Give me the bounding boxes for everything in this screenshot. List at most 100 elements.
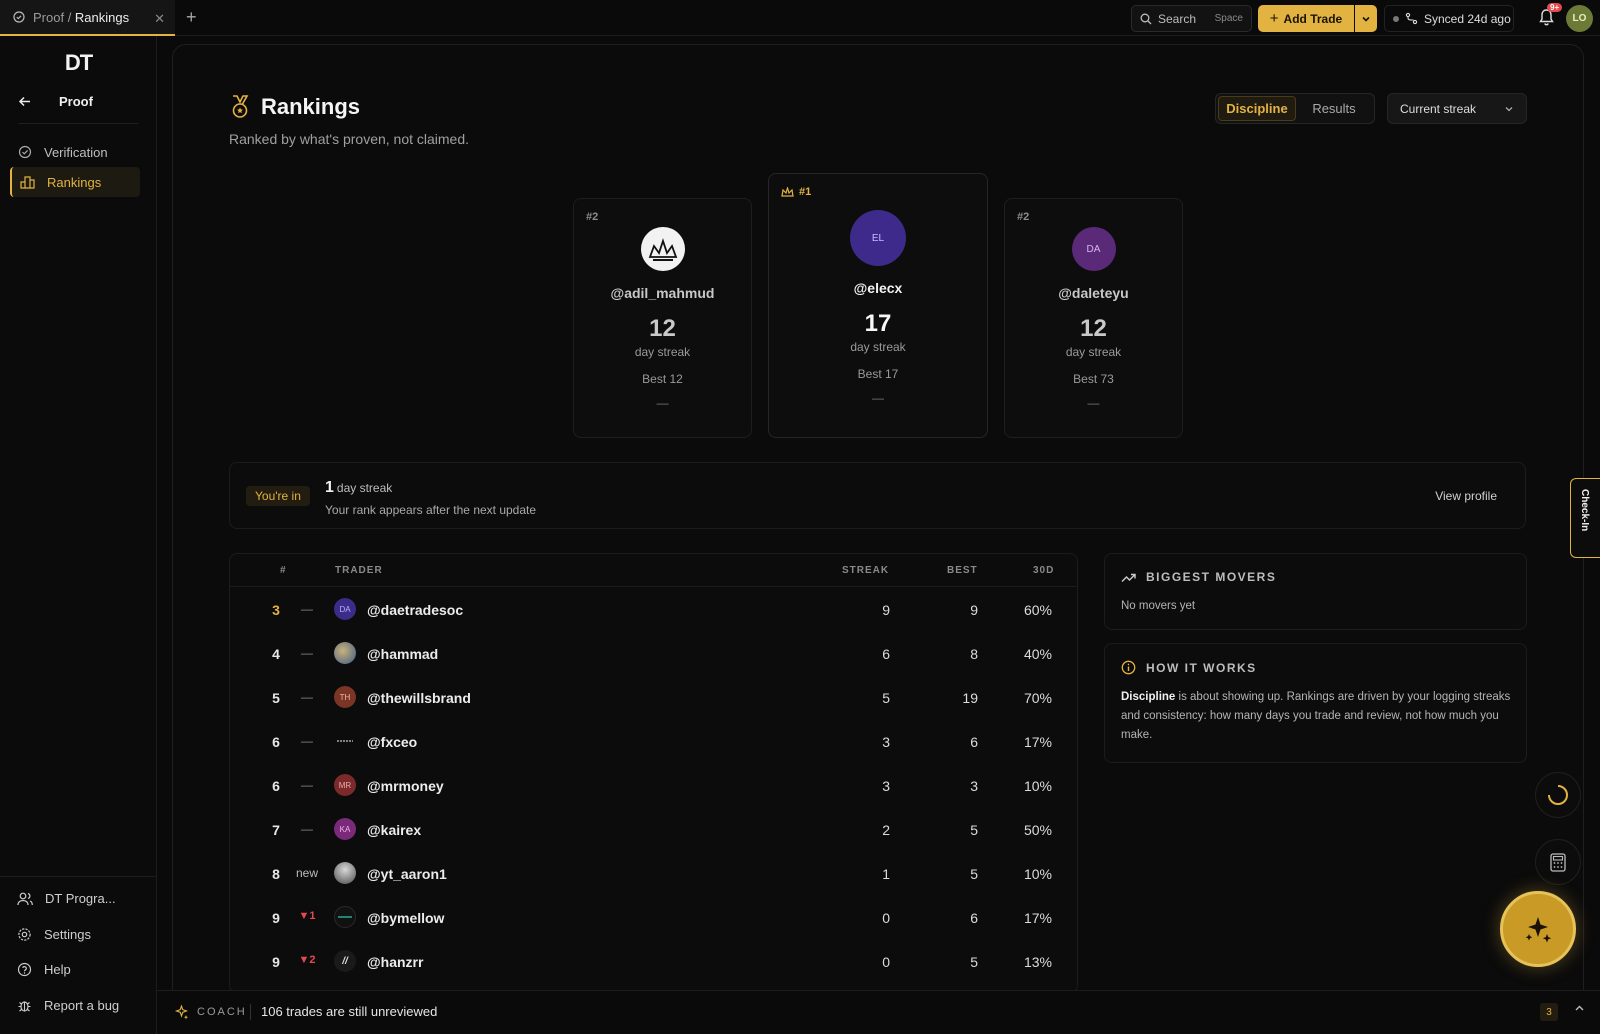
sidebar-item-program[interactable]: DT Progra... [17, 891, 116, 906]
row-change: — [301, 690, 313, 704]
search-button[interactable]: Search Space [1131, 5, 1252, 32]
sidebar-item-help[interactable]: Help [17, 962, 71, 977]
table-row[interactable]: 7 — KA @kairex 2 5 50% [230, 808, 1077, 852]
page-subtitle: Ranked by what's proven, not claimed. [229, 131, 470, 147]
table-row[interactable]: 6 — @fxceo 3 6 17% [230, 720, 1077, 764]
avatar [334, 906, 356, 928]
row-30d: 60% [1023, 602, 1052, 618]
user-avatar[interactable]: LO [1566, 5, 1593, 32]
biggest-movers-header: BIGGEST MOVERS [1121, 570, 1276, 584]
row-streak: 6 [882, 646, 890, 662]
app-logo[interactable]: DT [0, 50, 157, 76]
podium-card-second[interactable]: #2 @adil_mahmud 12 day streak Best 12 — [573, 198, 752, 438]
sync-dot [1393, 15, 1399, 22]
podium-handle: @daleteyu [1058, 285, 1129, 301]
your-status-card: You're in 1 day streak Your rank appears … [229, 462, 1526, 529]
sidebar: DT Proof Verification Rankings DT Progra… [0, 36, 157, 1034]
row-handle: @mrmoney [367, 778, 444, 794]
close-tab-icon[interactable]: ✕ [154, 11, 165, 27]
header-best[interactable]: BEST [947, 565, 978, 576]
add-trade-button[interactable]: + Add Trade [1258, 5, 1354, 32]
sync-status-button[interactable]: Synced 24d ago [1384, 5, 1514, 32]
status-badge: You're in [246, 486, 310, 506]
tab-discipline[interactable]: Discipline [1218, 96, 1296, 121]
table-row[interactable]: 4 — @hammad 6 8 40% [230, 632, 1077, 676]
podium-handle: @adil_mahmud [610, 285, 715, 301]
sidebar-item-settings[interactable]: Settings [17, 927, 91, 942]
row-streak: 3 [882, 778, 890, 794]
biggest-movers-card: BIGGEST MOVERS No movers yet [1104, 553, 1527, 630]
row-rank: 3 [272, 602, 280, 618]
row-change: — [301, 734, 313, 748]
chevron-down-icon [1362, 16, 1370, 22]
table-row[interactable]: 9 ▼2 // @hanzrr 0 5 13% [230, 940, 1077, 984]
sidebar-item-label: Report a bug [44, 998, 120, 1013]
synced-label: Synced 24d ago [1424, 11, 1511, 26]
notification-badge: 9+ [1547, 3, 1563, 12]
avatar [334, 642, 356, 664]
trending-up-icon [1121, 573, 1136, 582]
calculator-button[interactable] [1535, 839, 1581, 885]
podium-card-third[interactable]: #2 DA @daleteyu 12 day streak Best 73 — [1004, 198, 1183, 438]
table-row[interactable]: 3 — DA @daetradesoc 9 9 60% [230, 588, 1077, 632]
row-30d: 50% [1023, 822, 1052, 838]
row-rank: 6 [272, 734, 280, 750]
podium-handle: @elecx [853, 280, 903, 296]
sidebar-item-rankings[interactable]: Rankings [10, 167, 140, 197]
table-row[interactable]: 9 ▼1 @bymellow 0 6 17% [230, 896, 1077, 940]
podium-rank: #2 [586, 211, 599, 223]
back-button[interactable]: Proof [18, 94, 138, 124]
coach-label: COACH [197, 1006, 247, 1018]
row-best: 5 [970, 866, 978, 882]
table-row[interactable]: 6 — MR @mrmoney 3 3 10% [230, 764, 1077, 808]
sparkles-icon [174, 1005, 189, 1020]
divider [250, 1004, 251, 1020]
arrow-left-icon [18, 96, 30, 107]
sidebar-item-report-bug[interactable]: Report a bug [17, 998, 119, 1013]
check-in-tab[interactable]: Check-In [1570, 478, 1600, 558]
sort-select[interactable]: Current streak [1387, 93, 1527, 124]
row-change: — [301, 646, 313, 660]
header-streak[interactable]: STREAK [842, 565, 889, 576]
row-30d: 70% [1023, 690, 1052, 706]
logo-mark-icon [338, 916, 352, 918]
ranking-mode-toggle: Discipline Results [1215, 93, 1375, 124]
ai-assistant-button[interactable] [1500, 891, 1576, 967]
notifications-button[interactable]: 9+ [1538, 3, 1563, 29]
row-30d: 40% [1023, 646, 1052, 662]
add-trade-dropdown-button[interactable] [1355, 5, 1377, 32]
row-handle: @bymellow [367, 910, 445, 926]
row-best: 9 [970, 602, 978, 618]
view-profile-link[interactable]: View profile [1435, 489, 1497, 503]
header-trader: TRADER [335, 565, 383, 576]
movers-empty-text: No movers yet [1121, 600, 1196, 612]
row-handle: @yt_aaron1 [367, 866, 447, 882]
top-bar: Proof / Rankings ✕ + Search Space + Add … [0, 0, 1600, 36]
users-icon [17, 892, 33, 905]
row-change: ▼2 [298, 954, 316, 966]
podium-best: Best 12 [642, 372, 683, 386]
new-tab-icon[interactable]: + [186, 7, 197, 28]
tab-proof-rankings[interactable]: Proof / Rankings ✕ [0, 0, 175, 36]
table-row[interactable]: 5 — TH @thewillsbrand 5 19 70% [230, 676, 1077, 720]
sidebar-item-label: Rankings [47, 174, 102, 190]
row-streak: 3 [882, 734, 890, 750]
row-change: — [301, 778, 313, 792]
gear-icon [18, 928, 31, 941]
coach-bar[interactable]: COACH 106 trades are still unreviewed 3 [157, 990, 1600, 1034]
sidebar-item-verification[interactable]: Verification [10, 137, 140, 167]
row-streak: 0 [882, 954, 890, 970]
row-rank: 6 [272, 778, 280, 794]
podium-icon [20, 176, 35, 189]
rankings-table: # TRADER STREAK BEST 30D 3 — DA @daetrad… [229, 553, 1078, 993]
chevron-up-icon[interactable] [1574, 1003, 1585, 1017]
tab-results[interactable]: Results [1296, 96, 1372, 121]
podium-card-first[interactable]: #1 EL @elecx 17 day streak Best 17 — [768, 173, 988, 438]
table-header: # TRADER STREAK BEST 30D [230, 554, 1077, 587]
podium-rank-first: #1 [781, 186, 811, 198]
row-streak: 2 [882, 822, 890, 838]
podium-change: — [656, 396, 669, 410]
table-row[interactable]: 8 new @yt_aaron1 1 5 10% [230, 852, 1077, 896]
page-title-text: Rankings [261, 94, 361, 119]
header-30d[interactable]: 30D [1033, 565, 1054, 576]
